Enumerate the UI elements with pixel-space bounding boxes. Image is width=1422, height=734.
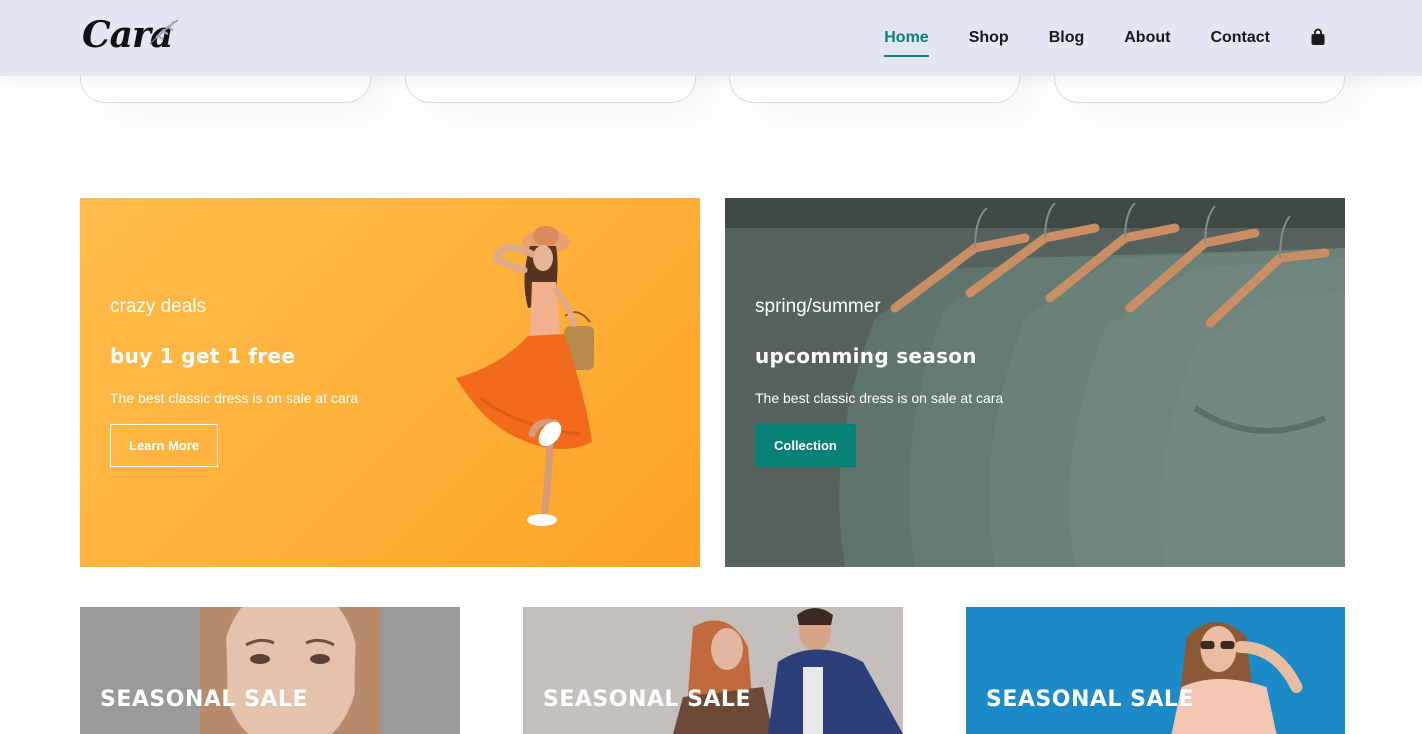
shopping-bag-icon[interactable] (1310, 28, 1326, 46)
nav-blog[interactable]: Blog (1049, 28, 1085, 48)
woman-portrait-image (80, 607, 460, 734)
woman-sunglasses-image (966, 607, 1345, 734)
seasonal-sale-title: SEASONAL SALE (100, 687, 308, 712)
nav-about[interactable]: About (1124, 28, 1170, 48)
lavender-sprig-icon (149, 19, 179, 45)
nav-contact[interactable]: Contact (1210, 28, 1270, 48)
banner-text: The best classic dress is on sale at car… (755, 390, 1004, 406)
banner-heading: upcomming season (755, 344, 977, 368)
seasonal-sale-title: SEASONAL SALE (986, 687, 1194, 712)
site-header: Cara Home Shop Blog About Contact (0, 0, 1422, 76)
couple-image (523, 607, 903, 734)
banner-heading: buy 1 get 1 free (110, 344, 296, 368)
banner-subtitle: crazy deals (110, 296, 207, 317)
seasonal-sale-banner[interactable]: SEASONAL SALE (966, 607, 1345, 734)
seasonal-sale-banner[interactable]: SEASONAL SALE (523, 607, 903, 734)
banner-subtitle: spring/summer (755, 296, 881, 317)
seasonal-sale-title: SEASONAL SALE (543, 687, 751, 712)
learn-more-button[interactable]: Learn More (110, 424, 219, 467)
nav-home[interactable]: Home (884, 28, 930, 57)
deal-banner-content: crazy deals buy 1 get 1 free The best cl… (110, 296, 358, 467)
seasonal-sale-banner[interactable]: SEASONAL SALE (80, 607, 460, 734)
main-nav: Home Shop Blog About Contact (844, 0, 1326, 76)
collection-button[interactable]: Collection (755, 424, 856, 467)
logo[interactable]: Cara (82, 12, 182, 60)
deal-banner: crazy deals buy 1 get 1 free The best cl… (80, 198, 700, 567)
banner-text: The best classic dress is on sale at car… (110, 390, 359, 406)
season-banner-content: spring/summer upcomming season The best … (755, 296, 1003, 467)
nav-shop[interactable]: Shop (969, 28, 1009, 48)
season-banner: spring/summer upcomming season The best … (725, 198, 1345, 567)
